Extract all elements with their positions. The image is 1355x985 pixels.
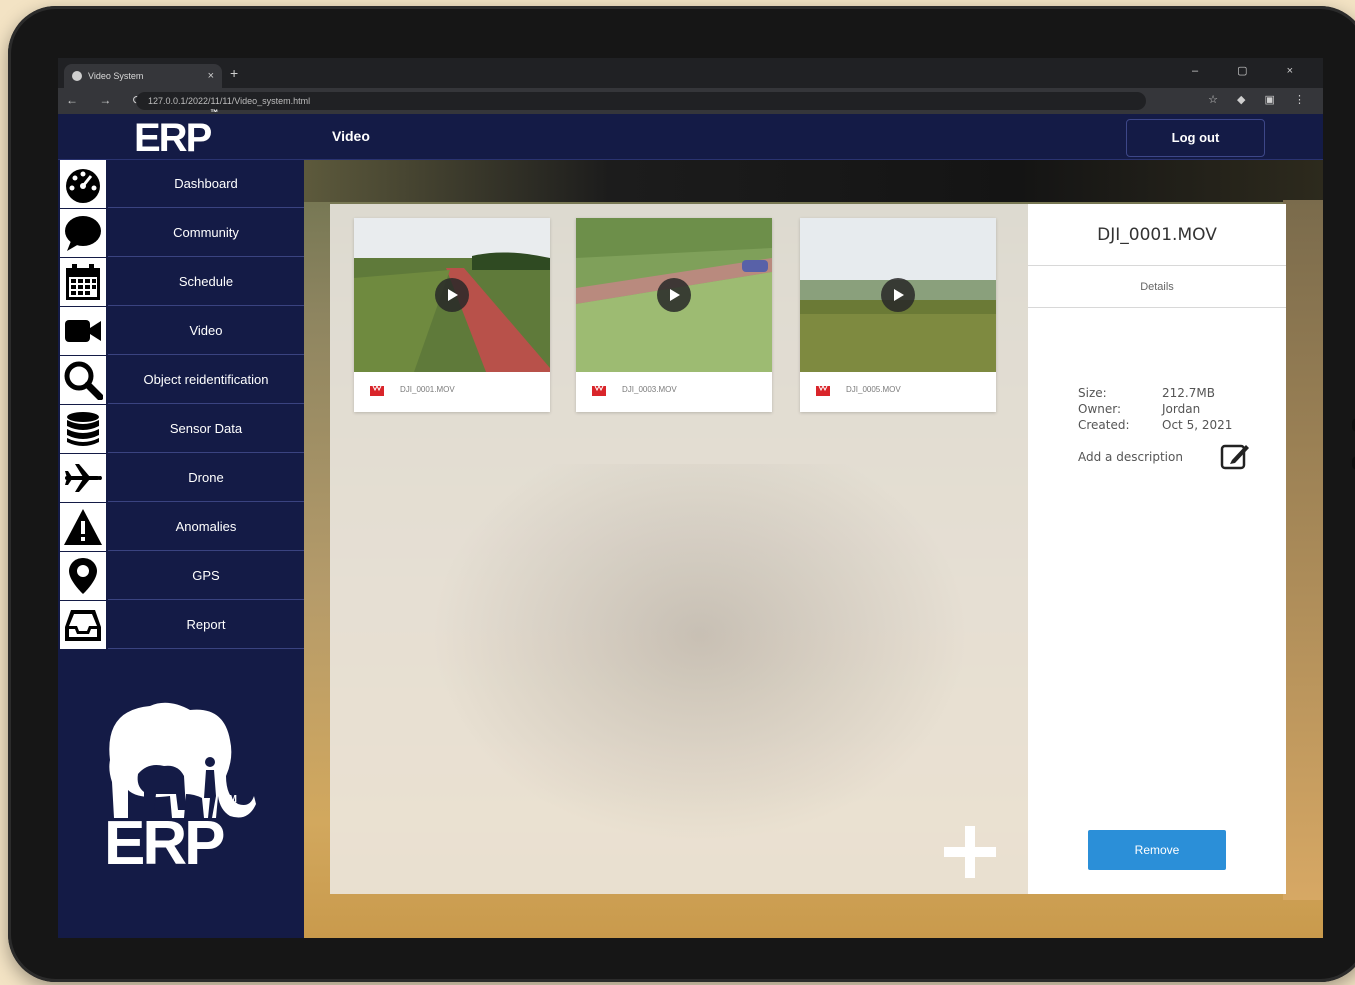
sidebar-item-gps[interactable]: GPS: [58, 552, 304, 601]
play-icon[interactable]: [881, 278, 915, 312]
details-panel: DJI_0001.MOV Details Size: 212.7MB Owner:…: [1028, 204, 1286, 894]
video-card[interactable]: DJI_0005.MOV: [800, 218, 996, 412]
sidebar-item-label: GPS: [108, 552, 304, 600]
owner-label: Owner:: [1078, 402, 1122, 416]
background-top-band: [304, 160, 1323, 202]
details-title: DJI_0001.MOV: [1028, 204, 1286, 266]
sidebar-item-community[interactable]: Community: [58, 209, 304, 258]
browser-tab[interactable]: Video System ×: [64, 64, 222, 88]
search-icon: [60, 356, 106, 404]
page-title: Video: [332, 128, 370, 144]
logout-button[interactable]: Log out: [1126, 119, 1265, 157]
add-description-field[interactable]: Add a description: [1078, 450, 1183, 464]
video-card-footer: DJI_0003.MOV: [576, 372, 772, 412]
video-thumbnail[interactable]: [800, 218, 996, 372]
edit-icon[interactable]: [1220, 442, 1250, 470]
video-camera-icon: [60, 307, 106, 355]
app-header: ERP™ Video Log out: [58, 108, 1323, 161]
video-card-footer: DJI_0005.MOV: [800, 372, 996, 412]
sidebar-item-drone[interactable]: Drone: [58, 454, 304, 503]
remove-button[interactable]: Remove: [1088, 830, 1226, 870]
size-row: Size: 212.7MB: [1078, 386, 1215, 400]
video-file-icon: [816, 386, 830, 396]
sidebar-item-schedule[interactable]: Schedule: [58, 258, 304, 307]
video-file-icon: [592, 386, 606, 396]
video-thumbnail[interactable]: [576, 218, 772, 372]
sidebar-item-label: Sensor Data: [108, 405, 304, 453]
video-filename: DJI_0003.MOV: [622, 385, 677, 394]
created-value: Oct 5, 2021: [1162, 418, 1233, 432]
video-filename: DJI_0005.MOV: [846, 385, 901, 394]
sidebar-item-label: Report: [108, 601, 304, 649]
favicon-icon: [72, 71, 82, 81]
created-row: Created: Oct 5, 2021: [1078, 418, 1232, 432]
inbox-icon: [60, 601, 106, 649]
airplane-icon: [60, 454, 106, 502]
speech-bubble-icon: [60, 209, 106, 257]
video-file-icon: [370, 386, 384, 396]
warning-icon: [60, 503, 106, 551]
sidebar-item-label: Object reidentification: [108, 356, 304, 404]
video-card[interactable]: DJI_0003.MOV: [576, 218, 772, 412]
tab-details[interactable]: Details: [1028, 266, 1286, 308]
size-label: Size:: [1078, 386, 1107, 400]
sidebar-item-object-reidentification[interactable]: Object reidentification: [58, 356, 304, 405]
extension-icons[interactable]: ☆ ◆ ▣ ⋮: [1208, 93, 1313, 106]
sidebar-item-label: Dashboard: [108, 160, 304, 208]
video-card-footer: DJI_0001.MOV: [354, 372, 550, 412]
sidebar-item-dashboard[interactable]: Dashboard: [58, 160, 304, 209]
background-elephant-shade: [430, 464, 970, 844]
owner-value: Jordan: [1162, 402, 1201, 416]
add-video-icon[interactable]: [942, 824, 998, 880]
erp-logo-text: ERPTM: [104, 794, 237, 878]
background-right-edge: [1283, 200, 1323, 900]
database-icon: [60, 405, 106, 453]
sidebar-item-label: Drone: [108, 454, 304, 502]
close-tab-icon[interactable]: ×: [208, 64, 214, 88]
video-card[interactable]: DJI_0001.MOV: [354, 218, 550, 412]
sidebar-item-label: Anomalies: [108, 503, 304, 551]
owner-row: Owner: Jordan: [1078, 402, 1200, 416]
calendar-icon: [60, 258, 106, 306]
dashboard-icon: [60, 160, 106, 208]
sidebar-item-label: Community: [108, 209, 304, 257]
sidebar: Dashboard Community Schedule Video Objec…: [58, 160, 304, 938]
video-thumbnail[interactable]: [354, 218, 550, 372]
screen: Video System × + – ▢ × ← → ⟳ 127.0.0.1/2…: [58, 58, 1323, 938]
size-value: 212.7MB: [1162, 386, 1215, 400]
browser-tab-title: Video System: [88, 71, 144, 81]
window-controls[interactable]: – ▢ ×: [1192, 64, 1311, 77]
brand-logo[interactable]: ERP™: [134, 108, 218, 161]
sidebar-item-sensor-data[interactable]: Sensor Data: [58, 405, 304, 454]
url-input[interactable]: 127.0.0.1/2022/11/11/Video_system.html: [136, 92, 1146, 110]
sidebar-item-anomalies[interactable]: Anomalies: [58, 503, 304, 552]
address-bar: ← → ⟳ 127.0.0.1/2022/11/11/Video_system.…: [58, 88, 1323, 114]
created-label: Created:: [1078, 418, 1130, 432]
browser-tabbar: Video System × + – ▢ ×: [58, 58, 1323, 88]
video-grid-panel: DJI_0001.MOV DJI_0003.MOV DJI_0005.MOV: [330, 204, 1028, 894]
map-pin-icon: [60, 552, 106, 600]
play-icon[interactable]: [435, 278, 469, 312]
sidebar-item-label: Video: [108, 307, 304, 355]
sidebar-item-label: Schedule: [108, 258, 304, 306]
sidebar-item-video[interactable]: Video: [58, 307, 304, 356]
play-icon[interactable]: [657, 278, 691, 312]
sidebar-item-report[interactable]: Report: [58, 601, 304, 650]
new-tab-icon[interactable]: +: [230, 65, 238, 81]
video-filename: DJI_0001.MOV: [400, 385, 455, 394]
